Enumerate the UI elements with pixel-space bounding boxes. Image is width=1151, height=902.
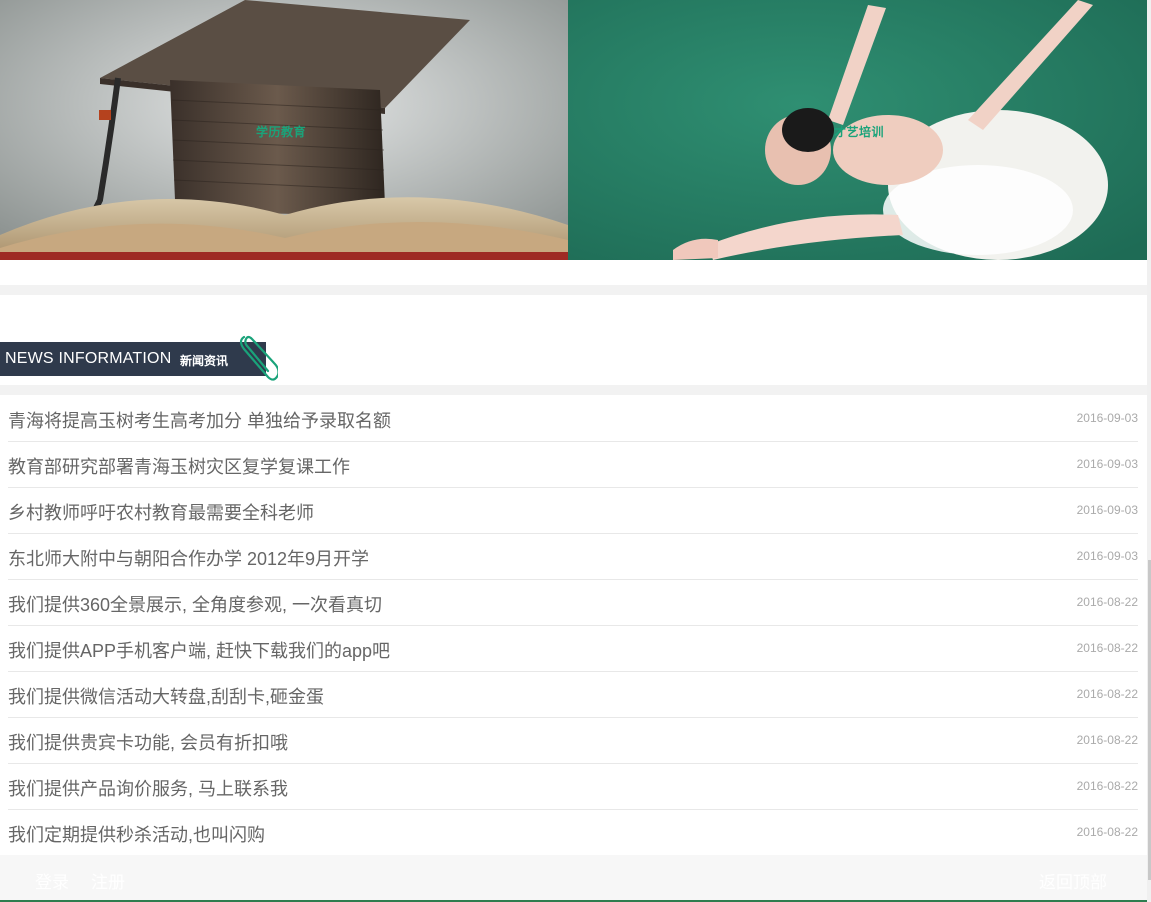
news-title[interactable]: 我们提供贵宾卡功能, 会员有折扣哦 [8, 729, 288, 755]
news-section-header: NEWS INFORMATION 新闻资讯 [0, 342, 266, 376]
news-title[interactable]: 乡村教师呼吁农村教育最需要全科老师 [8, 499, 314, 525]
news-title[interactable]: 我们提供微信活动大转盘,刮刮卡,砸金蛋 [8, 683, 324, 709]
news-title[interactable]: 东北师大附中与朝阳合作办学 2012年9月开学 [8, 545, 369, 571]
news-title[interactable]: 青海将提高玉树考生高考加分 单独给予录取名额 [8, 407, 391, 433]
news-item[interactable]: 我们提供微信活动大转盘,刮刮卡,砸金蛋 2016-08-22 [8, 672, 1138, 718]
news-item[interactable]: 青海将提高玉树考生高考加分 单独给予录取名额 2016-09-03 [8, 396, 1138, 442]
news-item[interactable]: 东北师大附中与朝阳合作办学 2012年9月开学 2016-09-03 [8, 534, 1138, 580]
news-title[interactable]: 我们定期提供秒杀活动,也叫闪购 [8, 821, 265, 847]
footer-bar: 登录 注册 返回顶部 [0, 855, 1147, 902]
login-link[interactable]: 登录 [35, 868, 69, 893]
back-to-top-link[interactable]: 返回顶部 [1039, 868, 1107, 893]
banner-talent-training[interactable]: 才艺培训 [568, 0, 1147, 260]
news-date: 2016-09-03 [1076, 503, 1138, 517]
news-date: 2016-08-22 [1076, 641, 1138, 655]
news-title[interactable]: 教育部研究部署青海玉树灾区复学复课工作 [8, 453, 350, 479]
news-item[interactable]: 我们定期提供秒杀活动,也叫闪购 2016-08-22 [8, 810, 1138, 855]
news-item[interactable]: 教育部研究部署青海玉树灾区复学复课工作 2016-09-03 [8, 442, 1138, 488]
news-item[interactable]: 乡村教师呼吁农村教育最需要全科老师 2016-09-03 [8, 488, 1138, 534]
news-date: 2016-09-03 [1076, 549, 1138, 563]
news-date: 2016-08-22 [1076, 779, 1138, 793]
news-date: 2016-08-22 [1076, 687, 1138, 701]
banner-label: 学历教育 [256, 125, 307, 139]
news-date: 2016-08-22 [1076, 733, 1138, 747]
news-date: 2016-09-03 [1076, 411, 1138, 425]
news-date: 2016-08-22 [1076, 595, 1138, 609]
section-divider [0, 385, 1147, 395]
news-list: 青海将提高玉树考生高考加分 单独给予录取名额 2016-09-03 教育部研究部… [8, 396, 1138, 855]
section-title: NEWS INFORMATION [5, 350, 172, 367]
banner-label: 才艺培训 [834, 125, 885, 139]
news-item[interactable]: 我们提供产品询价服务, 马上联系我 2016-08-22 [8, 764, 1138, 810]
news-item[interactable]: 我们提供贵宾卡功能, 会员有折扣哦 2016-08-22 [8, 718, 1138, 764]
news-title[interactable]: 我们提供APP手机客户端, 赶快下载我们的app吧 [8, 637, 390, 663]
news-date: 2016-09-03 [1076, 457, 1138, 471]
news-date: 2016-08-22 [1076, 825, 1138, 839]
news-title[interactable]: 我们提供360全景展示, 全角度参观, 一次看真切 [8, 591, 382, 617]
news-item[interactable]: 我们提供APP手机客户端, 赶快下载我们的app吧 2016-08-22 [8, 626, 1138, 672]
register-link[interactable]: 注册 [91, 868, 125, 893]
banner-academic-education[interactable]: 学历教育 [0, 0, 568, 260]
section-divider [0, 285, 1147, 295]
section-subtitle: 新闻资讯 [180, 354, 229, 368]
news-item[interactable]: 我们提供360全景展示, 全角度参观, 一次看真切 2016-08-22 [8, 580, 1138, 626]
paperclip-icon [239, 335, 278, 381]
banner-row: 学历教育 才艺培训 [0, 0, 1147, 260]
news-title[interactable]: 我们提供产品询价服务, 马上联系我 [8, 775, 288, 801]
